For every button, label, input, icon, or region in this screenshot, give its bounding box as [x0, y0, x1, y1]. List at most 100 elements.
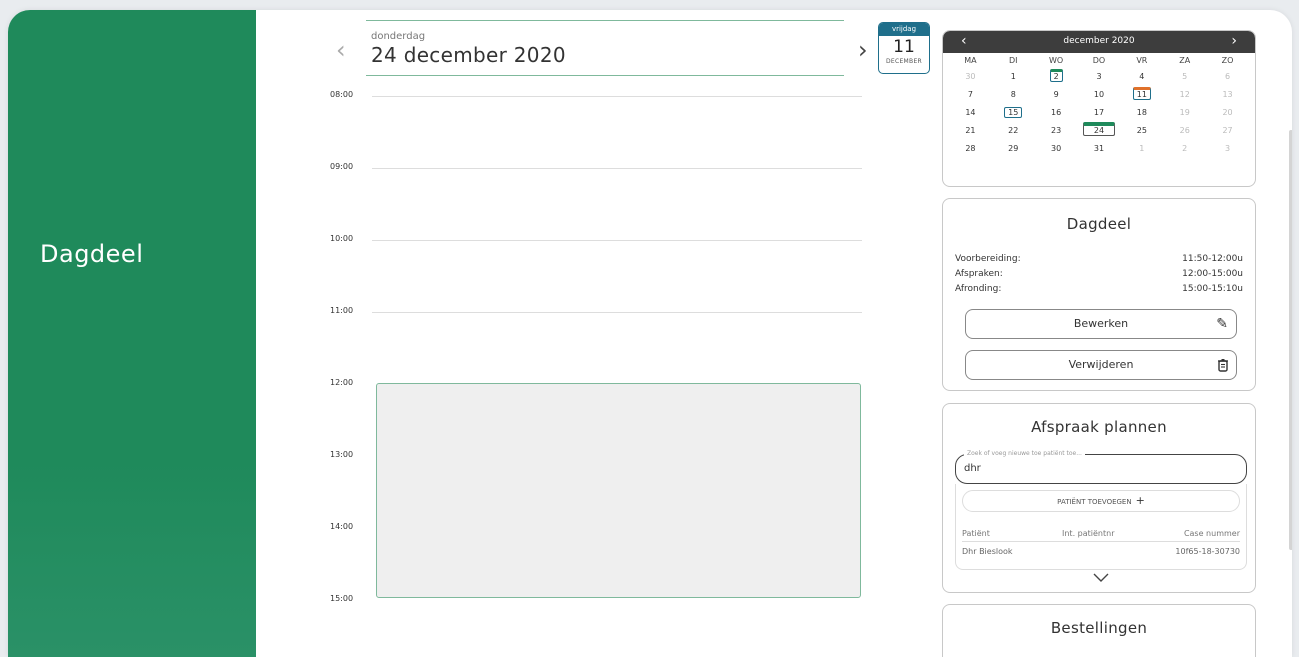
calendar-day-number: 5: [1182, 72, 1188, 81]
result-patient: Dhr Bieslook: [962, 547, 1013, 556]
calendar-day[interactable]: 6: [1206, 68, 1249, 86]
calendar-day[interactable]: 10: [1078, 86, 1121, 104]
dagdeel-row: Afronding: 15:00-15:10u: [955, 284, 1243, 294]
calendar-day[interactable]: 12: [1163, 86, 1206, 104]
calendar-day-number: 7: [967, 90, 973, 99]
calendar-next-icon[interactable]: ›: [1231, 33, 1237, 49]
trash-icon: [1218, 351, 1228, 382]
hour-row[interactable]: 09:00: [328, 162, 868, 182]
results-header: Patiënt Int. patiëntnr Case nummer: [962, 526, 1240, 542]
calendar-day-selected[interactable]: 24: [1078, 122, 1121, 140]
calendar-day-number: 21: [965, 126, 976, 135]
calendar-day-number: 29: [1008, 144, 1019, 153]
dagdeel-row: Voorbereiding: 11:50-12:00u: [955, 254, 1243, 264]
calendar-day[interactable]: 19: [1163, 104, 1206, 122]
sidebar: Dagdeel: [8, 10, 256, 657]
calendar-day[interactable]: 30: [949, 68, 992, 86]
calendar-day[interactable]: 2: [1035, 68, 1078, 86]
calendar-day[interactable]: 31: [1078, 140, 1121, 158]
calendar-day[interactable]: 25: [1120, 122, 1163, 140]
calendar-day[interactable]: 11: [1120, 86, 1163, 104]
calendar-weekday: WO: [1049, 56, 1064, 65]
calendar-day[interactable]: 15: [992, 104, 1035, 122]
chevron-right-icon[interactable]: ›: [858, 38, 874, 62]
calendar-day[interactable]: 17: [1078, 104, 1121, 122]
hour-row[interactable]: 10:00: [328, 234, 868, 254]
appointment-panel: Afspraak plannen Zoek of voeg nieuwe toe…: [942, 403, 1256, 593]
calendar-grid: MA DI WO DO VR ZA ZO 30 1 2 3 4 5 6 7 8 …: [943, 53, 1255, 158]
dagdeel-row-label: Voorbereiding:: [955, 254, 1021, 264]
hour-label: 14:00: [330, 522, 354, 531]
current-date-text: 24 december 2020: [371, 43, 566, 67]
calendar-day-number: 2: [1049, 69, 1063, 82]
current-weekday: donderdag: [371, 31, 426, 42]
calendar-day[interactable]: 5: [1163, 68, 1206, 86]
hour-row[interactable]: 11:00: [328, 306, 868, 326]
hour-label: 12:00: [330, 378, 354, 387]
calendar-day[interactable]: 22: [992, 122, 1035, 140]
scrollbar[interactable]: [1289, 130, 1292, 550]
calendar-day[interactable]: 23: [1035, 122, 1078, 140]
calendar-day[interactable]: 21: [949, 122, 992, 140]
calendar-day[interactable]: 28: [949, 140, 992, 158]
calendar-weekday: VR: [1136, 56, 1148, 65]
result-row[interactable]: Dhr Bieslook 10f65-18-30730: [962, 544, 1240, 562]
dagdeel-row-label: Afspraken:: [955, 269, 1003, 279]
add-patient-label: PATIËNT TOEVOEGEN: [1057, 498, 1132, 506]
calendar-day[interactable]: 8: [992, 86, 1035, 104]
dagdeel-block[interactable]: [376, 383, 861, 598]
hour-row[interactable]: 08:00: [328, 90, 868, 110]
calendar-day[interactable]: 7: [949, 86, 992, 104]
calendar-day-number: 23: [1051, 126, 1062, 135]
day-header: ‹ donderdag 24 december 2020 ›: [326, 18, 886, 82]
search-dropdown: PATIËNT TOEVOEGEN + Patiënt Int. patiëntn…: [955, 484, 1247, 570]
calendar-day[interactable]: 14: [949, 104, 992, 122]
calendar-day[interactable]: 2: [1163, 140, 1206, 158]
calendar-day[interactable]: 9: [1035, 86, 1078, 104]
calendar-day[interactable]: 27: [1206, 122, 1249, 140]
hour-divider: [372, 96, 862, 97]
calendar-day-number: 19: [1179, 108, 1190, 117]
calendar-day-number: 17: [1093, 108, 1105, 117]
add-patient-button[interactable]: PATIËNT TOEVOEGEN +: [962, 490, 1240, 512]
chevron-left-icon[interactable]: ‹: [336, 38, 352, 62]
calendar-day[interactable]: 13: [1206, 86, 1249, 104]
next-day-card[interactable]: vrijdag 11 DECEMBER: [878, 22, 930, 74]
patient-search-input[interactable]: [964, 463, 1224, 474]
calendar-day[interactable]: 16: [1035, 104, 1078, 122]
calendar-day[interactable]: 4: [1120, 68, 1163, 86]
calendar-day[interactable]: 18: [1120, 104, 1163, 122]
edit-button[interactable]: Bewerken ✎: [965, 309, 1237, 339]
current-date: donderdag 24 december 2020: [366, 20, 844, 76]
calendar-day[interactable]: 29: [992, 140, 1035, 158]
calendar-day[interactable]: 1: [992, 68, 1035, 86]
calendar-day-number: 16: [1051, 108, 1062, 117]
calendar-day[interactable]: 1: [1120, 140, 1163, 158]
patient-search[interactable]: Zoek of voeg nieuwe toe patiënt toe...: [955, 450, 1247, 484]
hour-label: 15:00: [330, 594, 354, 603]
calendar-weekday: MA: [964, 56, 977, 65]
calendar-day-number: 25: [1136, 126, 1147, 135]
dagdeel-row-value: 15:00-15:10u: [1182, 284, 1243, 294]
chevron-down-icon[interactable]: [1093, 570, 1109, 586]
month-calendar: ‹ december 2020 › MA DI WO DO VR ZA ZO 3…: [942, 30, 1256, 187]
edit-button-label: Bewerken: [1073, 317, 1129, 330]
calendar-day[interactable]: 20: [1206, 104, 1249, 122]
calendar-day[interactable]: 3: [1078, 68, 1121, 86]
calendar-day-number: 10: [1093, 90, 1105, 99]
calendar-day-number: 13: [1222, 90, 1233, 99]
calendar-day[interactable]: 30: [1035, 140, 1078, 158]
calendar-day-number: 14: [965, 108, 976, 117]
dagdeel-row-value: 12:00-15:00u: [1182, 269, 1243, 279]
calendar-day[interactable]: 26: [1163, 122, 1206, 140]
next-day-number: 11: [893, 37, 915, 57]
dagdeel-row-value: 11:50-12:00u: [1182, 254, 1243, 264]
column-header: Patiënt: [962, 529, 990, 538]
calendar-day[interactable]: 3: [1206, 140, 1249, 158]
dagdeel-panel-title: Dagdeel: [1066, 215, 1132, 233]
delete-button[interactable]: Verwijderen: [965, 350, 1237, 380]
column-header: Case nummer: [1183, 529, 1240, 538]
next-day-weekday: vrijdag: [879, 23, 929, 36]
calendar-day-number: 9: [1053, 90, 1059, 99]
delete-button-label: Verwijderen: [1068, 358, 1134, 371]
